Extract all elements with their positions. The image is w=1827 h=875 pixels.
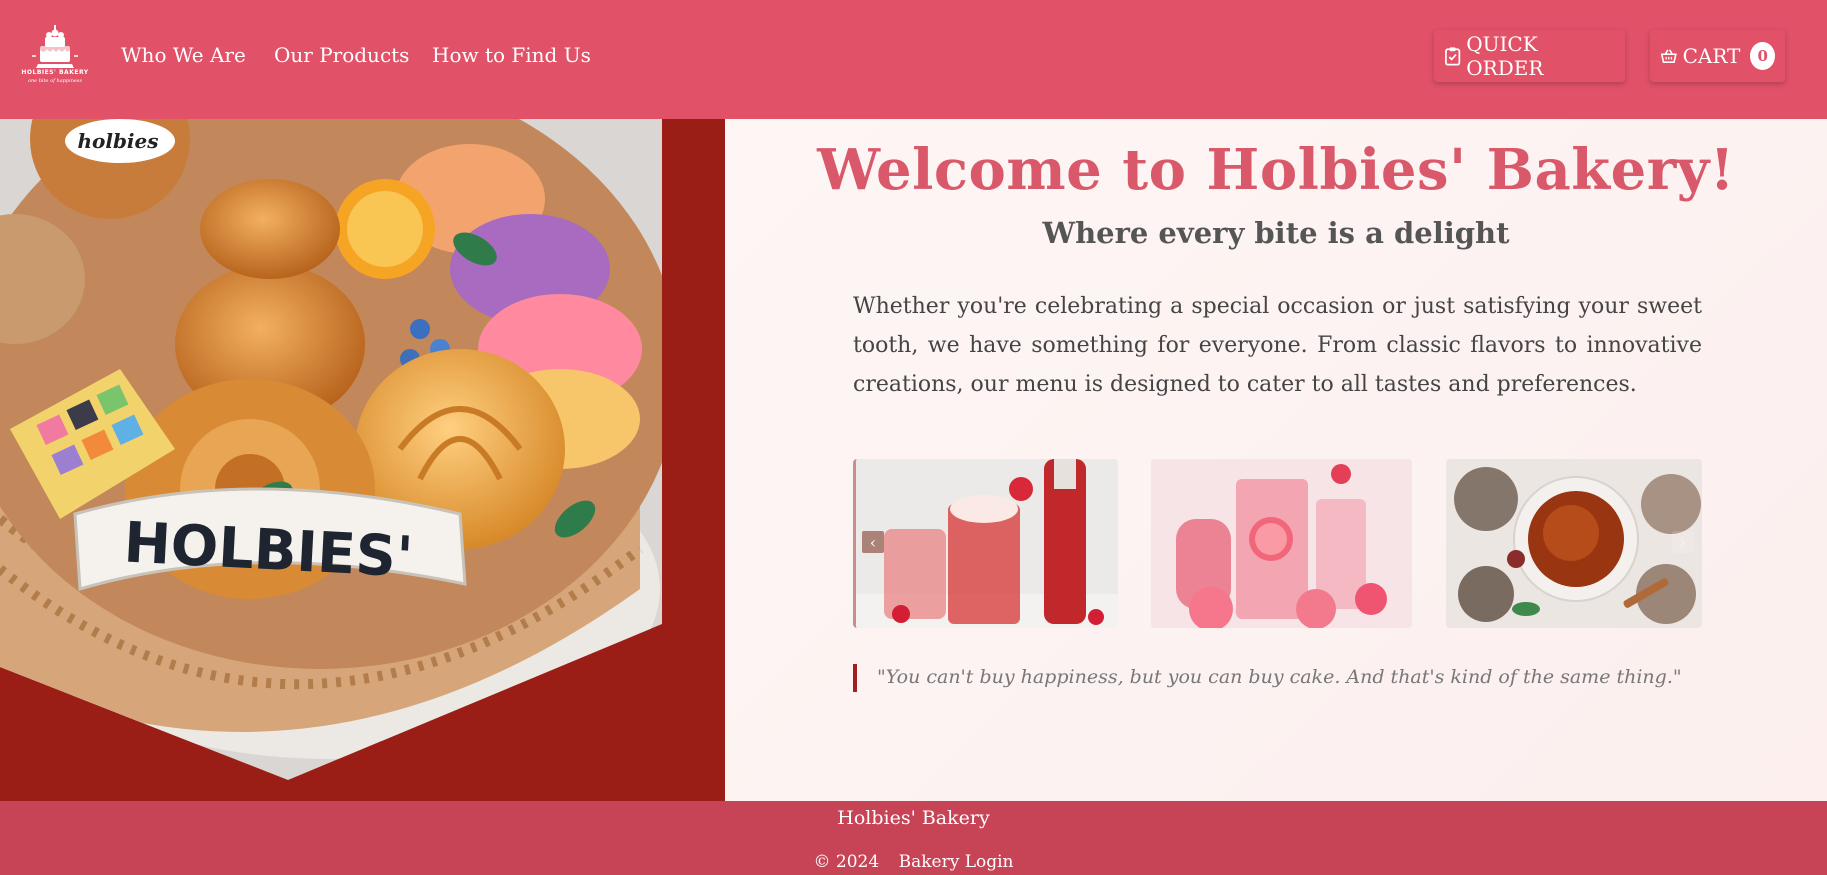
intro-paragraph: Whether you're celebrating a special occ…: [853, 294, 1702, 397]
quick-order-button[interactable]: QUICK ORDER: [1434, 30, 1625, 82]
carousel-next-button[interactable]: ›: [1672, 531, 1694, 553]
footer-title: Holbies' Bakery: [837, 807, 990, 829]
logo-tagline: one bite of happiness: [27, 78, 83, 84]
grapefruit-drinks-image: [1151, 459, 1412, 628]
image-carousel[interactable]: ‹ ›: [853, 459, 1702, 628]
welcome-content: Welcome to Holbies' Bakery! Where every …: [725, 119, 1827, 801]
bakery-login-link[interactable]: Bakery Login: [899, 852, 1014, 872]
bakery-logo[interactable]: HOLBIES' BAKERY one bite of happiness: [16, 24, 94, 88]
top-navbar: HOLBIES' BAKERY one bite of happiness Wh…: [0, 0, 1827, 119]
page-title: Welcome to Holbies' Bakery!: [817, 137, 1735, 203]
nav-our-products[interactable]: Our Products: [274, 43, 409, 67]
page-subtitle: Where every bite is a delight: [1042, 216, 1510, 250]
site-footer: Holbies' Bakery © 2024 Bakery Login: [0, 801, 1827, 875]
hero-image-panel: holbies HOLBIES': [0, 119, 725, 801]
tea-spices-image: [1446, 459, 1702, 628]
hero-brand-tag: holbies: [77, 129, 158, 153]
cart-count-badge: 0: [1750, 42, 1775, 70]
carousel-slide-grapefruit-drinks[interactable]: [1151, 459, 1412, 628]
basket-icon: [1660, 49, 1677, 63]
cake-logo-icon: [32, 25, 78, 68]
nav-how-to-find-us[interactable]: How to Find Us: [432, 43, 591, 67]
clipboard-icon: [1445, 47, 1461, 66]
cart-button[interactable]: CART 0: [1650, 30, 1785, 82]
footer-copyright: © 2024: [813, 852, 880, 872]
quick-order-label: QUICK ORDER: [1466, 32, 1544, 80]
carousel-prev-button[interactable]: ‹: [862, 531, 884, 553]
nav-who-we-are[interactable]: Who We Are: [121, 43, 246, 67]
cake-quote: "You can't buy happiness, but you can bu…: [853, 664, 1702, 692]
carousel-slide-tea-spices[interactable]: [1446, 459, 1702, 628]
footer-bottom: © 2024 Bakery Login: [0, 852, 1827, 872]
carousel-slide-red-drinks[interactable]: [853, 459, 1118, 628]
logo-brand: HOLBIES' BAKERY: [21, 69, 89, 76]
cake-image: holbies HOLBIES': [0, 119, 662, 780]
cart-label: CART: [1682, 44, 1741, 68]
red-drinks-image: [856, 459, 1118, 628]
